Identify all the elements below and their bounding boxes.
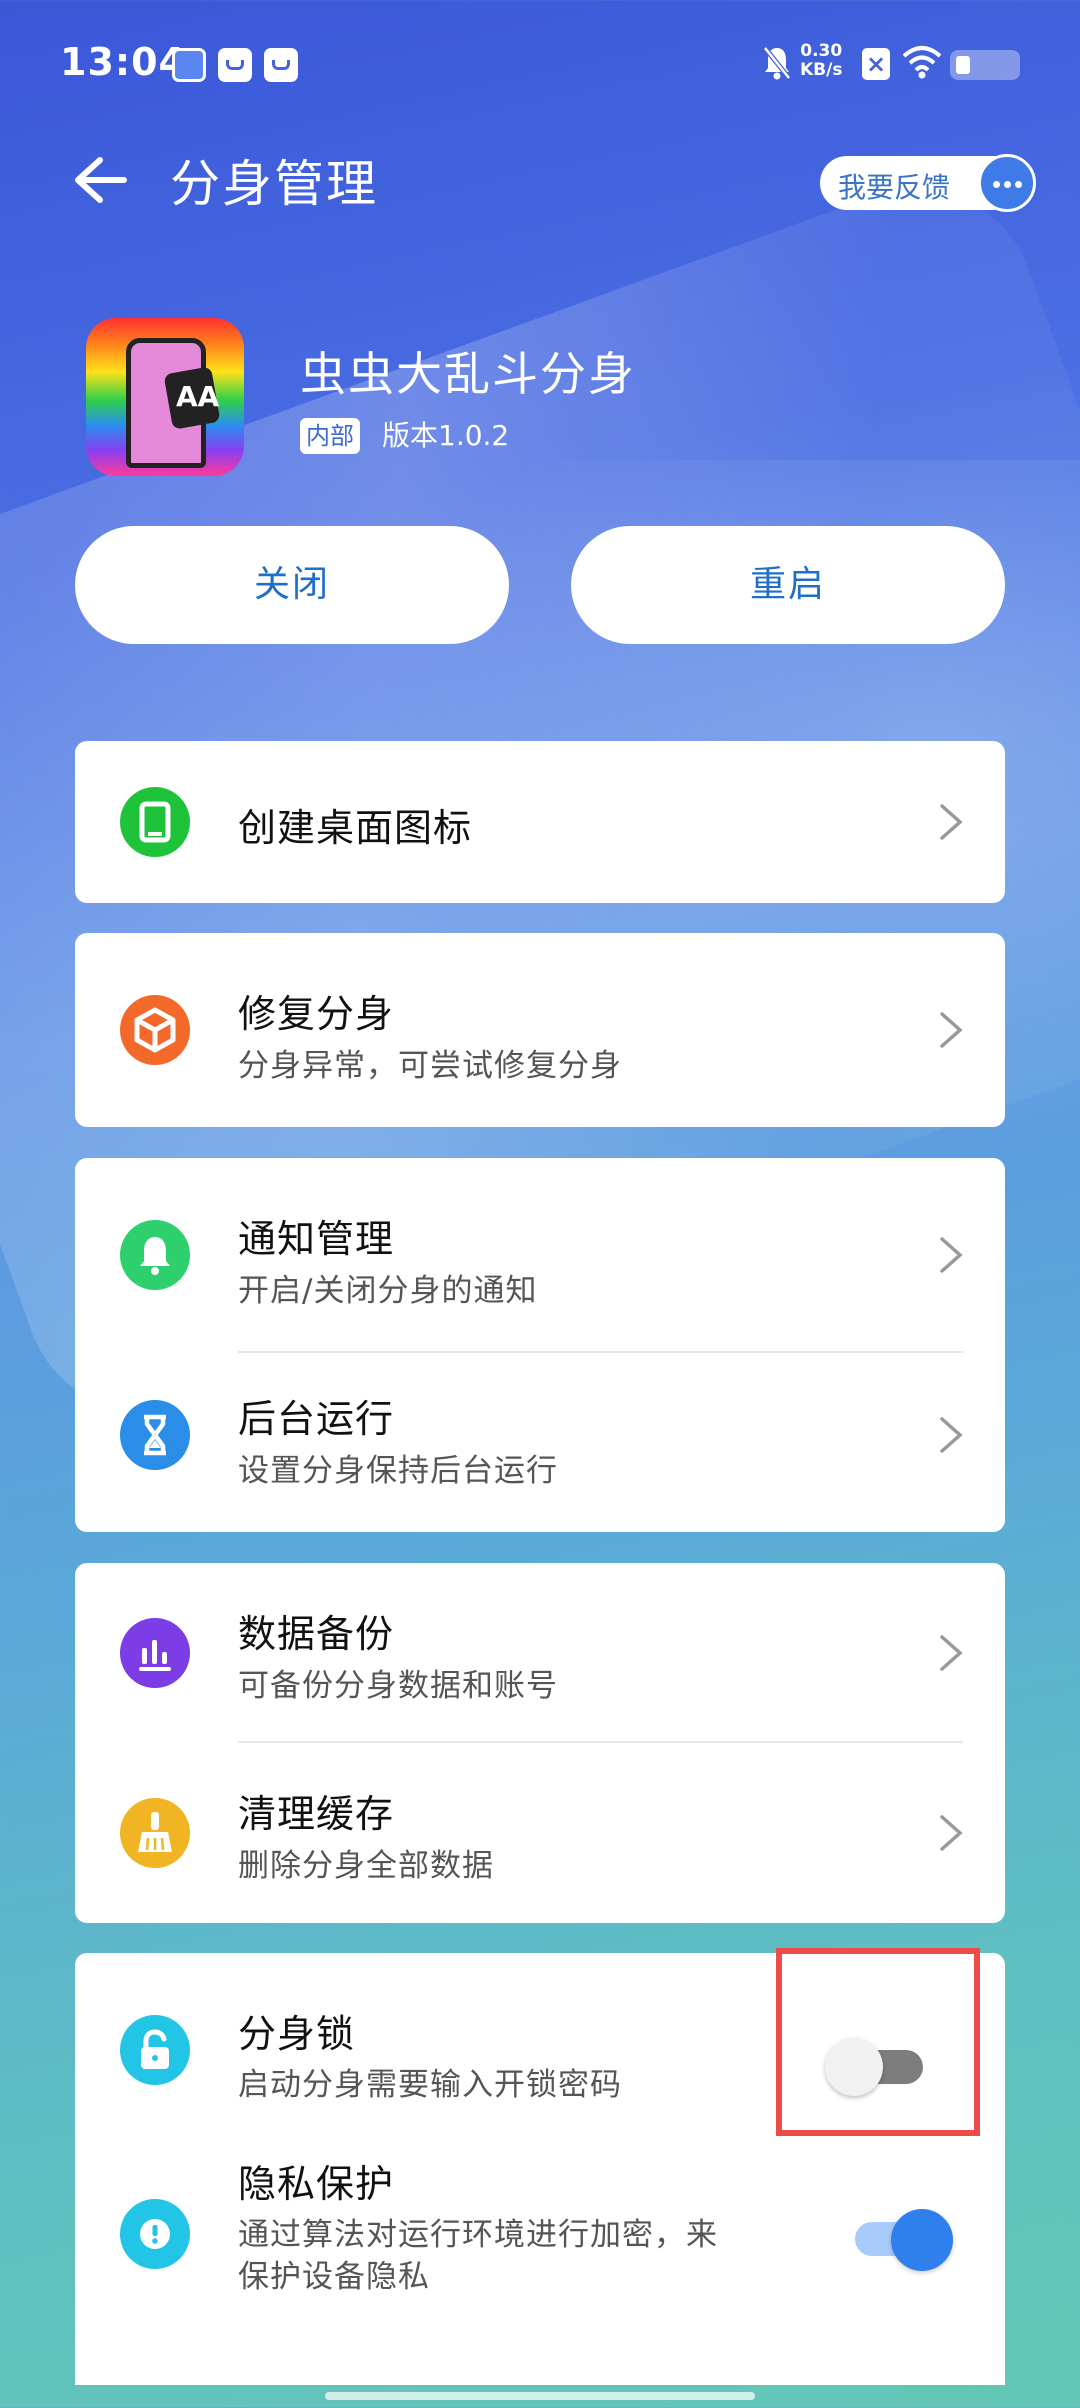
internal-badge: 内部 <box>300 418 360 454</box>
create-shortcut-row[interactable]: 创建桌面图标 <box>75 741 1005 903</box>
shortcut-card: 创建桌面图标 <box>75 741 1005 903</box>
app-lock-title: 分身锁 <box>238 2012 356 2056</box>
repair-row[interactable]: 修复分身 分身异常，可尝试修复分身 <box>75 933 1005 1127</box>
data-backup-title: 数据备份 <box>238 1612 395 1656</box>
mute-bell-icon <box>763 46 791 80</box>
chevron-right-icon <box>940 804 963 840</box>
wifi-icon <box>902 46 942 79</box>
data-backup-row[interactable]: 数据备份 可备份分身数据和账号 <box>75 1563 1005 1743</box>
back-arrow-icon[interactable] <box>70 150 130 210</box>
network-speed: 0.30 KB/s <box>800 41 843 80</box>
app-name: 虫虫大乱斗分身 <box>300 347 636 401</box>
chevron-right-icon <box>940 1417 963 1453</box>
privacy-title: 隐私保护 <box>238 2162 395 2206</box>
chevron-right-icon <box>940 1012 963 1048</box>
chat-bubble-icon <box>978 154 1036 212</box>
app-notification-icon <box>172 48 206 82</box>
repair-subtitle: 分身异常，可尝试修复分身 <box>238 1048 622 1084</box>
alert-icon <box>120 2199 190 2269</box>
background-run-subtitle: 设置分身保持后台运行 <box>238 1453 558 1489</box>
notification-subtitle: 开启/关闭分身的通知 <box>238 1273 538 1309</box>
app-icon: AA <box>86 318 244 476</box>
home-indicator <box>325 2392 755 2400</box>
repair-card: 修复分身 分身异常，可尝试修复分身 <box>75 933 1005 1127</box>
app-version: 版本1.0.2 <box>382 419 510 452</box>
repair-title: 修复分身 <box>238 992 395 1036</box>
bell-icon <box>120 1220 190 1290</box>
restart-button[interactable]: 重启 <box>571 526 1005 644</box>
privacy-protection-row: 隐私保护 通过算法对运行环境进行加密，来 保护设备隐私 <box>75 2113 1005 2385</box>
privacy-subtitle-line1: 通过算法对运行环境进行加密，来 <box>238 2217 718 2253</box>
chevron-right-icon <box>940 1635 963 1671</box>
feedback-label: 我要反馈 <box>838 171 951 204</box>
data-card: 数据备份 可备份分身数据和账号 清理缓存 删除分身全部数据 <box>75 1563 1005 1923</box>
lock-icon <box>120 2015 190 2085</box>
status-time: 13:04 <box>60 40 186 84</box>
status-bar: 13:04 0.30 KB/s × <box>0 40 1080 90</box>
create-shortcut-title: 创建桌面图标 <box>238 806 473 850</box>
close-button[interactable]: 关闭 <box>75 526 509 644</box>
background-run-row[interactable]: 后台运行 设置分身保持后台运行 <box>75 1338 1005 1532</box>
bar-chart-icon <box>120 1618 190 1688</box>
chevron-right-icon <box>940 1237 963 1273</box>
background-run-title: 后台运行 <box>238 1397 395 1441</box>
no-sim-icon: × <box>862 48 890 80</box>
clear-cache-title: 清理缓存 <box>238 1792 395 1836</box>
privacy-toggle[interactable] <box>855 2209 955 2271</box>
tablet-icon <box>120 787 190 857</box>
hourglass-icon <box>120 1400 190 1470</box>
app-lock-subtitle: 启动分身需要输入开锁密码 <box>238 2067 622 2103</box>
inbox-notification-icon <box>218 48 252 82</box>
feedback-button[interactable]: 我要反馈 <box>820 154 1036 212</box>
chevron-right-icon <box>940 1815 963 1851</box>
battery-icon <box>950 50 1020 80</box>
clear-cache-row[interactable]: 清理缓存 删除分身全部数据 <box>75 1743 1005 1923</box>
page-title: 分身管理 <box>170 155 378 213</box>
notification-manage-row[interactable]: 通知管理 开启/关闭分身的通知 <box>75 1158 1005 1352</box>
highlight-box <box>776 1948 980 2136</box>
broom-icon <box>120 1798 190 1868</box>
notify-background-card: 通知管理 开启/关闭分身的通知 后台运行 设置分身保持后台运行 <box>75 1158 1005 1532</box>
clear-cache-subtitle: 删除分身全部数据 <box>238 1848 494 1884</box>
notification-title: 通知管理 <box>238 1217 395 1261</box>
mail-notification-icon <box>264 48 298 82</box>
box-icon <box>120 995 190 1065</box>
data-backup-subtitle: 可备份分身数据和账号 <box>238 1668 558 1704</box>
privacy-subtitle-line2: 保护设备隐私 <box>238 2259 430 2295</box>
